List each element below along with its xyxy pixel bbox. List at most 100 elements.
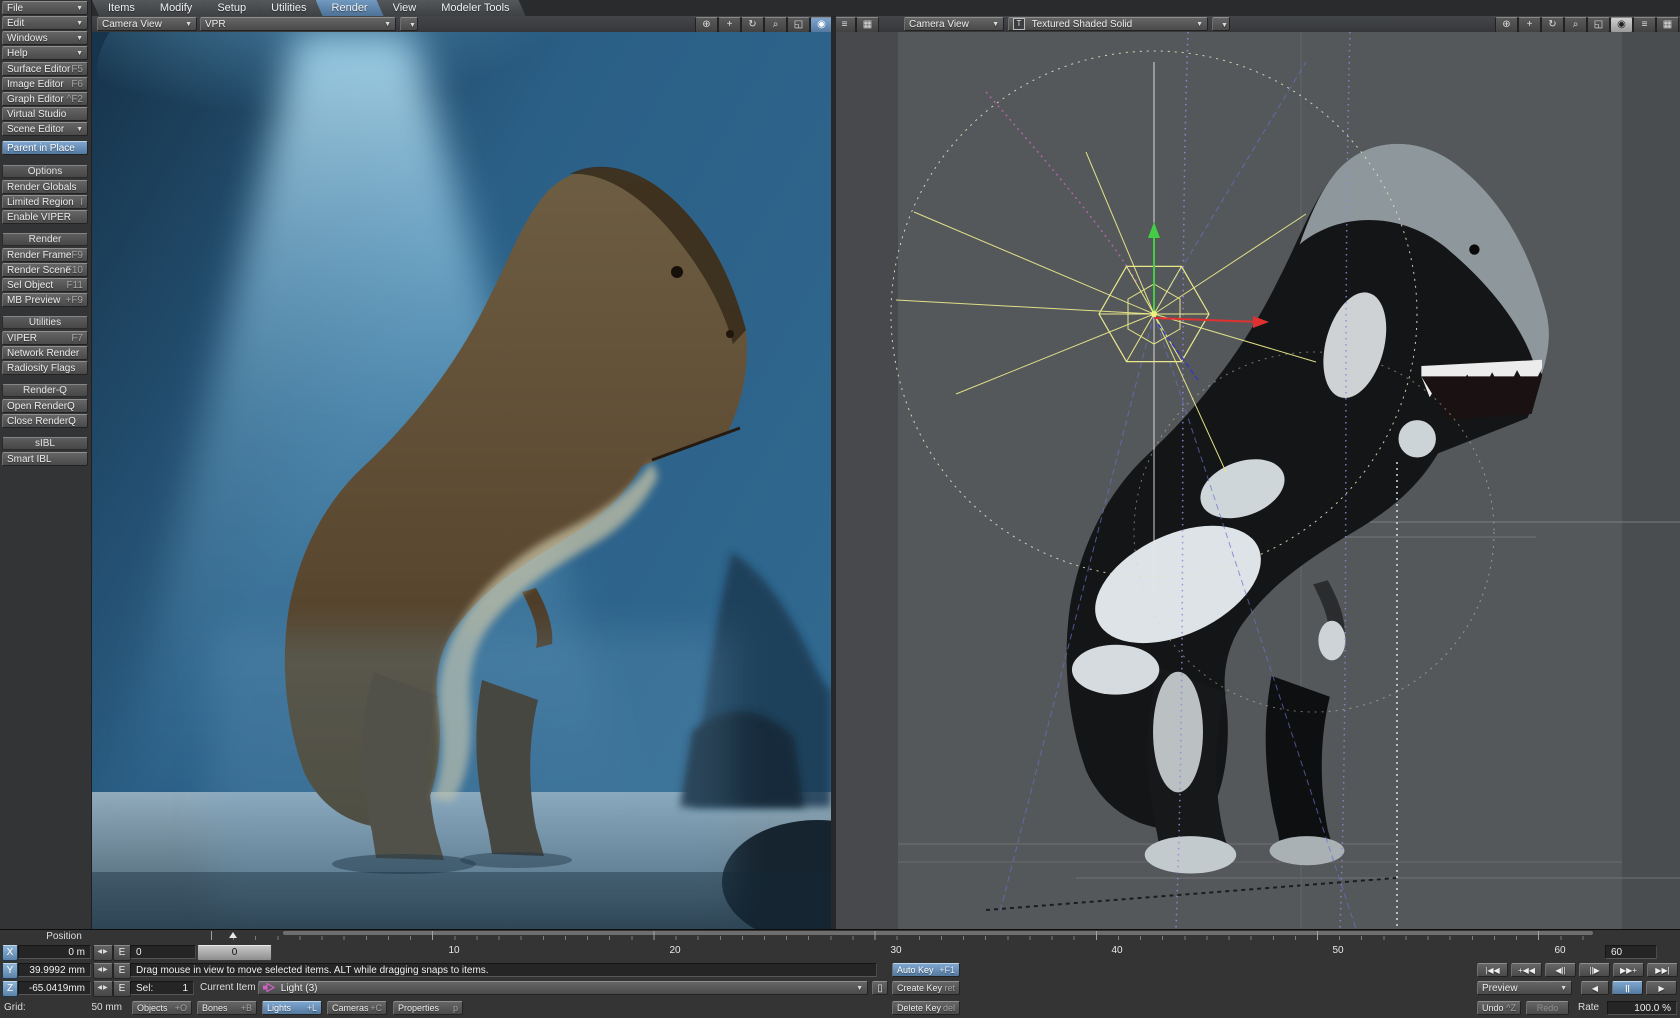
y-spinner[interactable]: ◀▶ [93, 963, 113, 979]
open-renderq-button[interactable]: Open RenderQ [2, 399, 88, 413]
x-spinner[interactable]: ◀▶ [93, 945, 113, 961]
scene-editor-button[interactable]: ▼ Scene Editor [2, 122, 88, 136]
edit-menu-button[interactable]: ▼ Edit [2, 16, 88, 30]
vp1-rotate-icon[interactable]: ↻ [741, 17, 764, 33]
step-back-button[interactable]: ◀|| [1545, 963, 1576, 977]
vp2-camera-widget-icon[interactable]: ◉ [1610, 17, 1633, 33]
vp2-layout-grid-icon[interactable]: ▦ [1656, 17, 1679, 33]
undo-button[interactable]: ^ZUndo [1477, 1001, 1521, 1015]
pause-button[interactable]: || [1612, 981, 1643, 995]
go-to-start-button[interactable]: |◀◀ [1477, 963, 1508, 977]
z-axis-button[interactable]: Z [2, 981, 18, 997]
vp1-shading-mode-dropdown[interactable]: ▼ VPR [200, 17, 396, 31]
z-spinner[interactable]: ◀▶ [93, 981, 113, 997]
sel-object-button[interactable]: F11Sel Object [2, 278, 88, 292]
vp1-layout-grid-icon[interactable]: ▦ [856, 17, 879, 33]
ruler-number: 10 [439, 945, 469, 956]
vp2-center-item-icon[interactable]: ⊕ [1495, 17, 1518, 33]
vp2-extra-dropdown[interactable]: ▼ [1212, 17, 1230, 31]
enable-viper-button[interactable]: Enable VIPER [2, 210, 88, 224]
surface-editor-button[interactable]: F5Surface Editor [2, 62, 88, 76]
end-frame-field[interactable]: 60 [1605, 945, 1657, 959]
play-forward-button[interactable]: ▶ [1646, 981, 1677, 995]
vp1-extra-dropdown[interactable]: ▼ [400, 17, 418, 31]
tab-setup[interactable]: Setup [201, 0, 262, 16]
help-menu-button[interactable]: ▼ Help [2, 46, 88, 60]
item-properties-mini-button[interactable]: ▯ [872, 981, 888, 995]
step-forward-button[interactable]: ||▶ [1579, 963, 1610, 977]
vp2-view-type-dropdown[interactable]: ▼ Camera View [904, 17, 1004, 31]
vp2-zoom-icon[interactable]: ⌕ [1564, 17, 1587, 33]
trex-shaded-model[interactable] [1067, 144, 1549, 874]
previous-key-button[interactable]: +◀◀ [1511, 963, 1542, 977]
create-key-button[interactable]: retCreate Key [892, 981, 960, 995]
windows-menu-button[interactable]: ▼ Windows [2, 31, 88, 45]
vp1-zoom-icon[interactable]: ⌕ [764, 17, 787, 33]
radiosity-flags-button[interactable]: Radiosity Flags [2, 361, 88, 375]
tab-modeler-tools[interactable]: Modeler Tools [425, 0, 525, 16]
cameras-mode-button[interactable]: +CCameras [327, 1001, 387, 1015]
y-position-field[interactable]: 39.9992 mm [18, 963, 91, 977]
limited-region-button[interactable]: ILimited Region [2, 195, 88, 209]
vp2-rotate-icon[interactable]: ↻ [1541, 17, 1564, 33]
lights-mode-button[interactable]: +LLights [262, 1001, 322, 1015]
options-group-header: Options [2, 165, 88, 178]
vp2-list-icon[interactable]: ≡ [1633, 17, 1656, 33]
tab-items[interactable]: Items [92, 0, 151, 16]
rate-value-field[interactable]: 100.0 % [1607, 1001, 1677, 1015]
preview-dropdown[interactable]: ▼ Preview [1477, 981, 1572, 995]
redo-button[interactable]: Redo [1526, 1001, 1569, 1015]
y-envelope-button[interactable]: E [113, 963, 131, 979]
smart-ibl-button[interactable]: Smart IBL [2, 452, 88, 466]
current-item-label: Current Item [200, 981, 256, 995]
tab-render[interactable]: Render [316, 0, 384, 16]
go-to-end-button[interactable]: ▶▶| [1647, 963, 1678, 977]
vp1-camera-widget-icon[interactable]: ◉ [810, 17, 833, 33]
image-editor-button[interactable]: F6Image Editor [2, 77, 88, 91]
render-globals-button[interactable]: Render Globals [2, 180, 88, 194]
vpr-underwater-scene [92, 32, 831, 929]
chevron-down-icon: ▼ [992, 18, 999, 31]
mb-preview-button[interactable]: +F9MB Preview [2, 293, 88, 307]
tab-view[interactable]: View [377, 0, 433, 16]
virtual-studio-button[interactable]: Virtual Studio [2, 107, 88, 121]
start-frame-field[interactable]: 0 [130, 945, 196, 959]
vp1-pan-icon[interactable]: + [718, 17, 741, 33]
vp1-minmax-icon[interactable]: ◱ [787, 17, 810, 33]
z-envelope-button[interactable]: E [113, 981, 131, 997]
auto-key-button[interactable]: +F1Auto Key [892, 963, 960, 977]
tab-modify[interactable]: Modify [144, 0, 208, 16]
frame-slider-handle[interactable]: 0 [197, 945, 272, 961]
vp2-pan-icon[interactable]: + [1518, 17, 1541, 33]
x-position-field[interactable]: 0 m [18, 945, 91, 959]
file-menu-button[interactable]: ▼ File [2, 1, 88, 15]
objects-mode-button[interactable]: +OObjects [132, 1001, 192, 1015]
next-key-button[interactable]: ▶▶+ [1613, 963, 1644, 977]
render-scene-button[interactable]: F10Render Scene [2, 263, 88, 277]
top-tab-bar: Items Modify Setup Utilities Render View… [92, 0, 1680, 16]
z-axis-handle[interactable] [1158, 324, 1198, 380]
current-item-dropdown[interactable]: ▼ Light (3) [258, 981, 868, 995]
viewport2-canvas[interactable] [836, 32, 1680, 929]
vp2-minmax-icon[interactable]: ◱ [1587, 17, 1610, 33]
x-axis-button[interactable]: X [2, 945, 18, 961]
viper-button[interactable]: F7VIPER [2, 331, 88, 345]
parent-in-place-button[interactable]: Parent in Place [2, 141, 88, 155]
vp2-shading-mode-dropdown[interactable]: ▼ T Textured Shaded Solid [1008, 17, 1208, 31]
close-renderq-button[interactable]: Close RenderQ [2, 414, 88, 428]
network-render-button[interactable]: Network Render [2, 346, 88, 360]
z-position-field[interactable]: -65.0419mm [18, 981, 91, 995]
bones-mode-button[interactable]: +BBones [197, 1001, 257, 1015]
viewport1-canvas[interactable] [92, 32, 831, 929]
properties-button[interactable]: pProperties [393, 1001, 463, 1015]
delete-key-button[interactable]: delDelete Key [892, 1001, 960, 1015]
render-frame-button[interactable]: F9Render Frame [2, 248, 88, 262]
vp1-list-icon[interactable]: ≡ [833, 17, 856, 33]
tab-utilities[interactable]: Utilities [255, 0, 322, 16]
graph-editor-button[interactable]: ^F2Graph Editor [2, 92, 88, 106]
play-reverse-button[interactable]: ◀ [1581, 981, 1609, 995]
x-envelope-button[interactable]: E [113, 945, 131, 961]
vp1-center-item-icon[interactable]: ⊕ [695, 17, 718, 33]
vp1-view-type-dropdown[interactable]: ▼ Camera View [97, 17, 197, 31]
y-axis-button[interactable]: Y [2, 963, 18, 979]
